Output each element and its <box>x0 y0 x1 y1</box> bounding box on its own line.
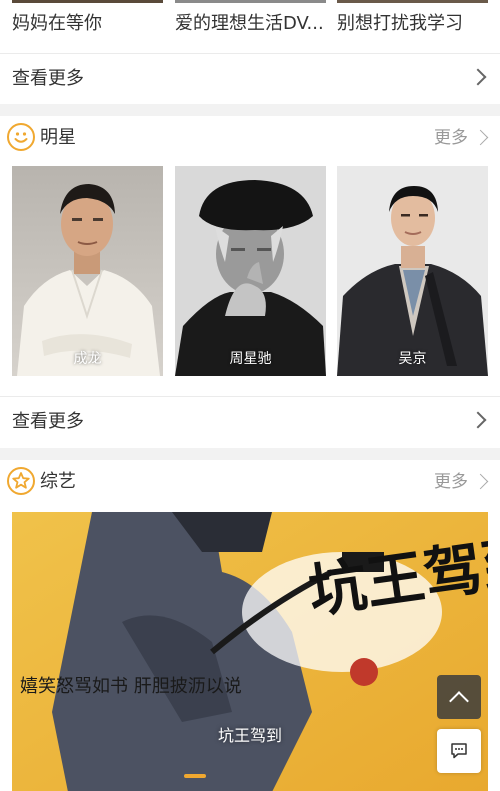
banner-image: 坑王驾到 嬉笑怒骂如书 肝胆披沥以说 <box>12 512 488 791</box>
banner-caption: 坑王驾到 <box>217 726 282 745</box>
chevron-right-icon[interactable] <box>472 473 489 490</box>
section-gap <box>0 448 500 460</box>
video-title[interactable]: 妈妈在等你 <box>12 10 167 38</box>
view-more-row[interactable]: 查看更多 <box>0 54 500 104</box>
star-photo <box>337 166 488 376</box>
star-name: 吴京 <box>398 351 427 367</box>
star-name: 成龙 <box>73 351 102 367</box>
chevron-up-icon <box>449 691 469 711</box>
top-video-titles: 妈妈在等你 爱的理想生活DV... 别想打扰我学习 <box>0 10 500 38</box>
stars-section: 明星 更多 成龙 周星驰 吴京 查看更多 <box>0 116 500 448</box>
smile-icon <box>7 123 35 151</box>
section-header: 明星 更多 <box>0 116 500 160</box>
carousel-indicator[interactable] <box>184 774 206 778</box>
banner-slogan: 嬉笑怒骂如书 肝胆披沥以说 <box>20 676 242 697</box>
top-video-section: 妈妈在等你 爱的理想生活DV... 别想打扰我学习 查看更多 <box>0 0 500 104</box>
video-thumb[interactable] <box>12 0 163 3</box>
more-link[interactable]: 更多 <box>434 116 468 160</box>
back-to-top-button[interactable] <box>437 675 481 719</box>
chevron-right-icon <box>469 68 487 86</box>
star-card[interactable]: 周星驰 <box>175 166 326 376</box>
section-title: 综艺 <box>40 471 76 492</box>
variety-banner[interactable]: 坑王驾到 嬉笑怒骂如书 肝胆披沥以说 坑王驾到 <box>12 512 488 791</box>
more-link[interactable]: 更多 <box>434 460 468 504</box>
view-more-label: 查看更多 <box>12 68 84 89</box>
star-card[interactable]: 成龙 <box>12 166 163 376</box>
video-thumb[interactable] <box>175 0 326 3</box>
variety-section: 综艺 更多 坑王驾到 嬉笑怒骂如书 肝胆披沥以说 坑王驾到 <box>0 460 500 791</box>
stars-grid: 成龙 周星驰 吴京 <box>0 166 500 376</box>
video-title[interactable]: 爱的理想生活DV... <box>175 10 330 38</box>
feedback-button[interactable] <box>437 729 481 773</box>
star-name: 周星驰 <box>229 351 272 367</box>
video-thumb[interactable] <box>337 0 488 3</box>
chat-icon <box>451 743 467 759</box>
chevron-right-icon[interactable] <box>472 129 489 146</box>
view-more-label: 查看更多 <box>12 411 84 432</box>
star-photo <box>12 166 163 376</box>
view-more-row[interactable]: 查看更多 <box>0 397 500 447</box>
video-title[interactable]: 别想打扰我学习 <box>337 10 497 38</box>
page: 妈妈在等你 爱的理想生活DV... 别想打扰我学习 查看更多 明星 更多 成龙 … <box>0 0 500 791</box>
chevron-right-icon <box>469 411 487 429</box>
star-photo <box>175 166 326 376</box>
star-card[interactable]: 吴京 <box>337 166 488 376</box>
section-gap <box>0 104 500 116</box>
top-thumbnails <box>0 0 500 3</box>
star-icon <box>7 467 35 495</box>
section-header: 综艺 更多 <box>0 460 500 504</box>
section-title: 明星 <box>40 127 76 148</box>
